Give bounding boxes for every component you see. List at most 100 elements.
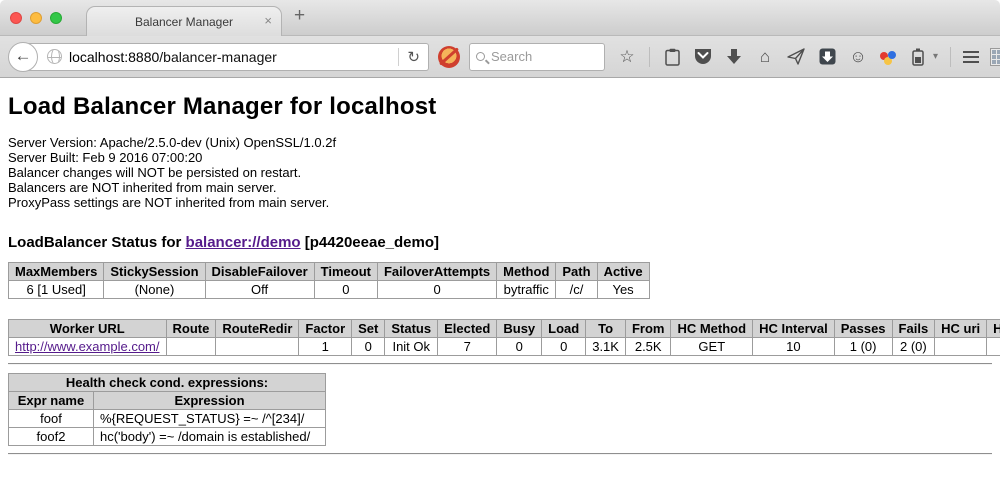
loadbalancer-heading-suffix: [p4420eeae_demo]: [301, 234, 439, 251]
load-cell: 0: [542, 338, 586, 356]
pocket-icon[interactable]: [693, 48, 713, 65]
expression-cell: %{REQUEST_STATUS} =~ /^[234]/: [94, 410, 326, 428]
to-cell: 3.1K: [586, 338, 626, 356]
loadbalancer-heading: LoadBalancer Status for balancer://demo …: [8, 234, 992, 251]
column-header: Load: [542, 320, 586, 338]
send-plane-icon[interactable]: [786, 48, 806, 65]
expr-name-cell: foof: [9, 410, 94, 428]
close-window-button[interactable]: [10, 12, 22, 24]
back-icon: ←: [15, 46, 32, 66]
minimize-window-button[interactable]: [30, 12, 42, 24]
server-info: Server Version: Apache/2.5.0-dev (Unix) …: [8, 135, 992, 210]
search-icon: [476, 52, 485, 61]
column-header: StickySession: [104, 263, 205, 281]
hc-method-cell: GET: [671, 338, 753, 356]
toolbar-divider: [950, 47, 951, 67]
smiley-icon[interactable]: ☺: [848, 47, 868, 67]
chevron-down-icon[interactable]: ▾: [933, 51, 938, 62]
url-text[interactable]: localhost:8880/balancer-manager: [69, 49, 394, 65]
video-download-icon[interactable]: [817, 48, 837, 65]
from-cell: 2.5K: [625, 338, 671, 356]
worker-url-link[interactable]: http://www.example.com/: [15, 339, 160, 354]
column-header: Fails: [892, 320, 935, 338]
tab-close-icon[interactable]: ×: [264, 13, 272, 29]
column-header: Set: [352, 320, 385, 338]
method-cell: bytraffic: [497, 281, 556, 299]
status-cell: Init Ok: [385, 338, 438, 356]
back-button[interactable]: ←: [8, 42, 38, 72]
bookmark-star-icon[interactable]: ☆: [617, 47, 637, 67]
worker-row: http://www.example.com/ 1 0 Init Ok 7 0 …: [9, 338, 1000, 356]
toolbar-divider: [649, 47, 650, 67]
plugin-blocked-icon[interactable]: [438, 46, 460, 68]
elected-cell: 7: [438, 338, 497, 356]
menu-icon[interactable]: [963, 51, 979, 63]
search-input[interactable]: [491, 49, 598, 64]
column-header: Method: [497, 263, 556, 281]
page-title: Load Balancer Manager for localhost: [8, 78, 992, 121]
health-table-title: Health check cond. expressions:: [9, 374, 326, 392]
page-content: Load Balancer Manager for localhost Serv…: [0, 78, 1000, 455]
window-controls: [10, 12, 62, 24]
home-icon[interactable]: ⌂: [755, 47, 775, 67]
divider: [8, 453, 992, 455]
reload-button[interactable]: ↻: [403, 48, 428, 66]
maxmembers-cell: 6 [1 Used]: [9, 281, 104, 299]
expression-cell: hc('body') =~ /domain is established/: [94, 428, 326, 446]
column-header: Expr name: [9, 392, 94, 410]
url-path: /balancer-manager: [159, 49, 277, 65]
table-row: foof %{REQUEST_STATUS} =~ /^[234]/: [9, 410, 326, 428]
worker-table: Worker URL Route RouteRedir Factor Set S…: [8, 319, 1000, 356]
column-header: Timeout: [314, 263, 377, 281]
health-check-table: Health check cond. expressions: Expr nam…: [8, 373, 326, 446]
routeredir-cell: [216, 338, 299, 356]
table-header-row: MaxMembers StickySession DisableFailover…: [9, 263, 650, 281]
url-host: localhost:8880: [69, 49, 159, 65]
column-header: Passes: [834, 320, 892, 338]
loadbalancer-heading-prefix: LoadBalancer Status for: [8, 234, 186, 251]
busy-cell: 0: [497, 338, 542, 356]
hc-uri-cell: [935, 338, 987, 356]
active-cell: Yes: [597, 281, 649, 299]
server-info-line: ProxyPass settings are NOT inherited fro…: [8, 195, 992, 210]
balancer-demo-link[interactable]: balancer://demo: [186, 234, 301, 251]
battery-icon[interactable]: [908, 48, 928, 66]
clipboard-icon[interactable]: [662, 48, 682, 66]
url-bar[interactable]: localhost:8880/balancer-manager ↻: [22, 43, 429, 71]
expr-name-cell: foof2: [9, 428, 94, 446]
stickysession-cell: (None): [104, 281, 205, 299]
column-header: Factor: [299, 320, 352, 338]
column-header: HC uri: [935, 320, 987, 338]
column-header: DisableFailover: [205, 263, 314, 281]
column-header: Status: [385, 320, 438, 338]
column-header: RouteRedir: [216, 320, 299, 338]
column-header: Path: [556, 263, 597, 281]
column-header: Active: [597, 263, 649, 281]
column-header: From: [625, 320, 671, 338]
search-bar[interactable]: [469, 43, 605, 71]
url-divider: [398, 48, 399, 66]
download-icon[interactable]: [724, 48, 744, 65]
tab-balancer-manager[interactable]: Balancer Manager ×: [86, 6, 282, 36]
hc-expr-cell: foof2: [987, 338, 1000, 356]
table-title-row: Health check cond. expressions:: [9, 374, 326, 392]
path-cell: /c/: [556, 281, 597, 299]
column-header: Busy: [497, 320, 542, 338]
column-header: Elected: [438, 320, 497, 338]
navigation-toolbar: ← localhost:8880/balancer-manager ↻ ☆: [0, 36, 1000, 78]
column-header: Worker URL: [9, 320, 167, 338]
column-header: HC Method: [671, 320, 753, 338]
table-row: foof2 hc('body') =~ /domain is establish…: [9, 428, 326, 446]
colored-dots-icon[interactable]: [879, 48, 897, 66]
column-header: To: [586, 320, 626, 338]
browser-window: Balancer Manager × + ← localhost:8880/ba…: [0, 0, 1000, 491]
toolbar-icons: ☆ ⌂ ☺ ▾: [617, 47, 1000, 67]
column-header: FailoverAttempts: [377, 263, 496, 281]
zoom-window-button[interactable]: [50, 12, 62, 24]
table-header-row: Expr name Expression: [9, 392, 326, 410]
server-info-line: Balancers are NOT inherited from main se…: [8, 180, 992, 195]
tile-pages-icon[interactable]: [990, 48, 1000, 66]
factor-cell: 1: [299, 338, 352, 356]
table-row: 6 [1 Used] (None) Off 0 0 bytraffic /c/ …: [9, 281, 650, 299]
new-tab-button[interactable]: +: [294, 5, 305, 27]
